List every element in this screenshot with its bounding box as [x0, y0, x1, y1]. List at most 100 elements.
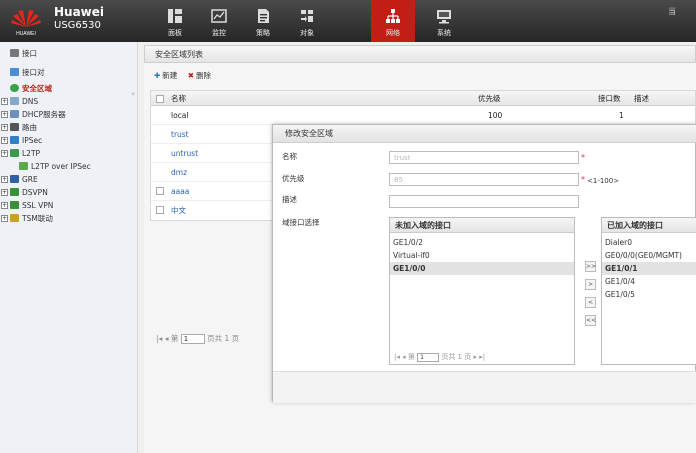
- sidebar-item-label: 接口对: [22, 68, 45, 77]
- dns-icon: [10, 97, 19, 105]
- expand-icon[interactable]: +: [1, 124, 8, 131]
- table-row[interactable]: local 100 1: [151, 106, 695, 125]
- name-label: 名称: [282, 152, 297, 161]
- sidebar-item-dsvpn[interactable]: + DSVPN: [1, 187, 48, 198]
- zone-name[interactable]: untrust: [171, 144, 198, 163]
- select-all-checkbox[interactable]: [156, 95, 164, 103]
- list-item[interactable]: GE0/0/0(GE0/MGMT): [602, 249, 696, 262]
- nav-network[interactable]: 网络: [371, 0, 415, 42]
- sidebar-item-ipsec[interactable]: + IPSec: [1, 135, 42, 146]
- expand-icon[interactable]: +: [1, 150, 8, 157]
- sidebar-item-label: DSVPN: [22, 188, 48, 197]
- sidebar-item-label: L2TP over IPSec: [31, 162, 91, 171]
- sidebar-item-interface-pair[interactable]: 接口对: [10, 67, 45, 78]
- prev-page-icon[interactable]: ◂: [165, 334, 169, 343]
- page-number-input[interactable]: 1: [180, 334, 205, 344]
- list-item[interactable]: Virtual-if0: [390, 249, 574, 262]
- unassigned-list: 未加入域的接口 GE1/0/2 Virtual-if0 GE1/0/0 |◂ ◂…: [389, 217, 575, 365]
- list-item[interactable]: GE1/0/5: [602, 288, 696, 301]
- ports-label: 域接口选择: [282, 218, 320, 227]
- expand-icon[interactable]: +: [1, 111, 8, 118]
- l2tp-ipsec-icon: [19, 162, 28, 170]
- expand-icon[interactable]: +: [1, 215, 8, 222]
- sidebar-item-tsm[interactable]: + TSM联动: [1, 213, 53, 224]
- nav-object[interactable]: 对象: [285, 0, 329, 42]
- required-icon: *: [581, 175, 585, 184]
- expand-icon[interactable]: +: [1, 137, 8, 144]
- expand-icon[interactable]: +: [1, 189, 8, 196]
- list-item[interactable]: GE1/0/4: [602, 275, 696, 288]
- gre-icon: [10, 175, 19, 183]
- list-pager: |◂ ◂ 第 1 页共 1 页 ▸ ▸|: [394, 351, 574, 363]
- col-name[interactable]: 名称: [171, 91, 186, 106]
- move-all-left-button[interactable]: <<: [585, 315, 596, 326]
- pager-suffix: 页共 1 页: [441, 353, 472, 361]
- ipsec-icon: [10, 136, 19, 144]
- unassigned-header: 未加入域的接口: [390, 218, 574, 233]
- sidebar-item-gre[interactable]: + GRE: [1, 174, 38, 185]
- expand-icon[interactable]: +: [1, 98, 8, 105]
- nav-dashboard[interactable]: 面板: [153, 0, 197, 42]
- delete-button[interactable]: ✖ 删除: [188, 71, 211, 80]
- network-icon: [386, 9, 400, 23]
- nav-policy[interactable]: 策略: [241, 0, 285, 42]
- page-number-input[interactable]: 1: [417, 352, 440, 362]
- priority-input[interactable]: 85: [389, 173, 579, 186]
- first-page-icon[interactable]: |◂: [394, 353, 400, 361]
- sidebar-item-dhcp[interactable]: + DHCP服务器: [1, 109, 66, 120]
- sidebar-item-l2tp-over-ipsec[interactable]: L2TP over IPSec: [19, 161, 91, 172]
- sidebar-item-interface[interactable]: 接口: [10, 48, 37, 59]
- sidebar-item-security-zone[interactable]: 安全区域: [10, 83, 52, 94]
- sidebar-item-l2tp[interactable]: + L2TP: [1, 148, 40, 159]
- zone-name[interactable]: trust: [171, 125, 189, 144]
- desc-input[interactable]: [389, 195, 579, 208]
- top-right-text: 当: [668, 7, 676, 16]
- list-item[interactable]: Dialer0: [602, 236, 696, 249]
- list-item[interactable]: GE1/0/0: [390, 262, 574, 275]
- sidebar-item-label: DHCP服务器: [22, 110, 66, 119]
- first-page-icon[interactable]: |◂: [156, 334, 162, 343]
- priority-label: 优先级: [282, 174, 305, 183]
- move-right-button[interactable]: >: [585, 279, 596, 290]
- sslvpn-icon: [10, 201, 19, 209]
- security-zone-icon: [10, 84, 19, 92]
- dialog-title: 修改安全区域: [273, 125, 696, 143]
- edit-zone-dialog: 修改安全区域 名称 trust * 优先级 85 * <1-100> 描述 域接…: [272, 124, 696, 403]
- name-input[interactable]: trust: [389, 151, 579, 164]
- zone-if-count: 1: [619, 111, 624, 120]
- sidebar-item-label: 接口: [22, 49, 37, 58]
- collapse-icon[interactable]: «: [131, 90, 135, 98]
- route-icon: [10, 123, 19, 131]
- dhcp-icon: [10, 110, 19, 118]
- sidebar-item-label: SSL VPN: [22, 201, 54, 210]
- prev-page-icon[interactable]: ◂: [402, 353, 406, 361]
- move-all-right-button[interactable]: >>: [585, 261, 596, 272]
- col-if-count[interactable]: 接口数: [598, 91, 621, 106]
- row-checkbox[interactable]: [156, 206, 164, 214]
- col-desc[interactable]: 描述: [634, 91, 649, 106]
- sidebar-item-route[interactable]: + 路由: [1, 122, 37, 133]
- last-page-icon[interactable]: ▸|: [479, 353, 485, 361]
- add-icon: ✚: [154, 71, 161, 80]
- expand-icon[interactable]: +: [1, 176, 8, 183]
- new-button[interactable]: ✚ 新建: [154, 71, 177, 80]
- sidebar-item-label: TSM联动: [22, 214, 53, 223]
- nav-monitor[interactable]: 监控: [197, 0, 241, 42]
- next-page-icon[interactable]: ▸: [473, 353, 477, 361]
- col-priority[interactable]: 优先级: [478, 91, 501, 106]
- sidebar: 接口 接口对 安全区域 + DNS + DHCP服务器 + 路由 + IPSec + L2…: [0, 42, 138, 453]
- expand-icon[interactable]: +: [1, 202, 8, 209]
- sidebar-item-dns[interactable]: + DNS: [1, 96, 38, 107]
- zone-name[interactable]: dmz: [171, 163, 187, 182]
- priority-hint: <1-100>: [587, 177, 620, 185]
- zone-name[interactable]: aaaa: [171, 182, 189, 201]
- sidebar-item-sslvpn[interactable]: + SSL VPN: [1, 200, 53, 211]
- row-checkbox[interactable]: [156, 187, 164, 195]
- list-item[interactable]: GE1/0/1: [602, 262, 696, 275]
- assigned-header: 已加入域的接口: [602, 218, 696, 233]
- pager-prefix: 第: [170, 334, 179, 343]
- nav-system[interactable]: 系统: [422, 0, 466, 42]
- list-item[interactable]: GE1/0/2: [390, 236, 574, 249]
- zone-name[interactable]: 中文: [171, 201, 186, 220]
- move-left-button[interactable]: <: [585, 297, 596, 308]
